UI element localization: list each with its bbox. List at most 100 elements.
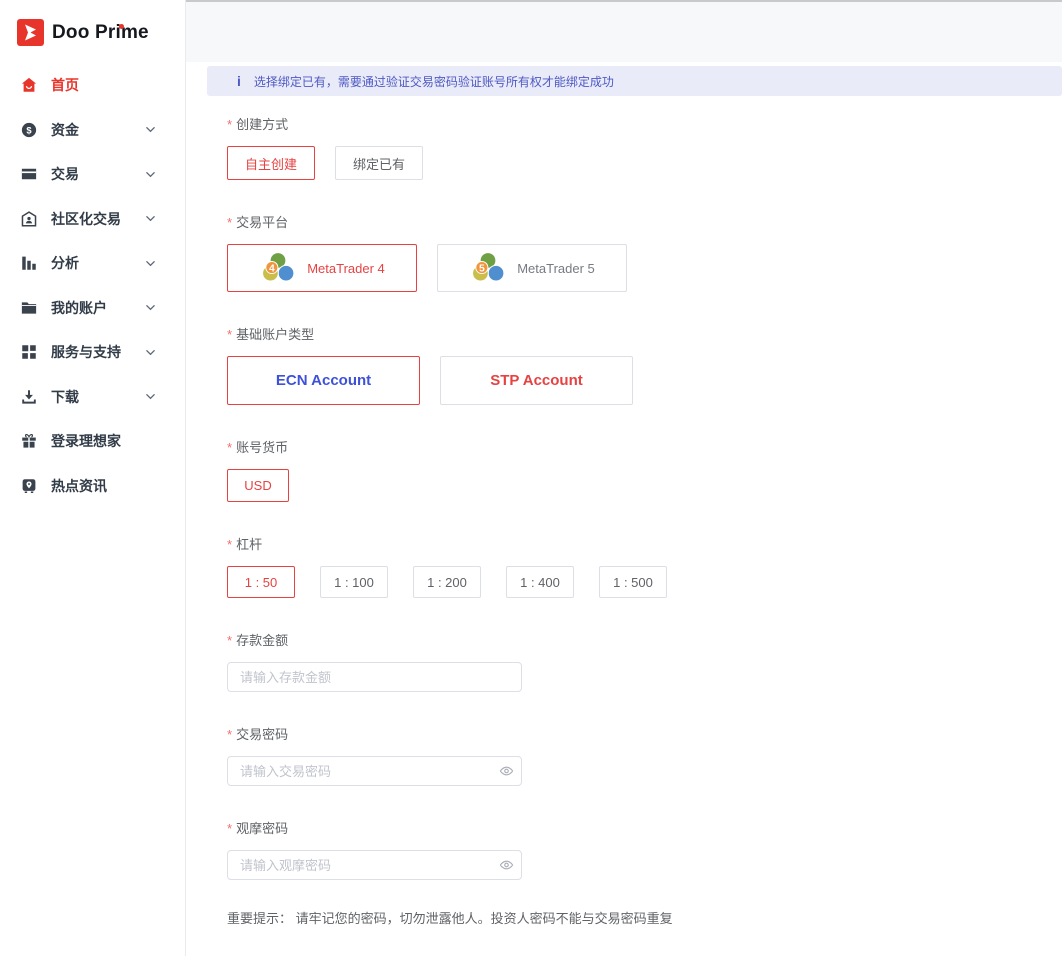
form-item-platform: *交易平台 4 MetaTrader 4 5 MetaTrader 5 bbox=[227, 216, 1062, 292]
required-asterisk: * bbox=[227, 727, 232, 742]
sidebar-item-label: 下载 bbox=[51, 387, 79, 407]
password-notice: 重要提示： 请牢记您的密码，切勿泄露他人。投资人密码不能与交易密码重复 bbox=[227, 908, 1062, 927]
investor-password-input[interactable] bbox=[227, 850, 522, 880]
info-icon: i bbox=[237, 73, 241, 89]
doo-prime-logo-icon bbox=[17, 19, 44, 46]
main-content: i 选择绑定已有，需要通过验证交易密码验证账号所有权才能绑定成功 *创建方式 自… bbox=[186, 0, 1062, 956]
info-banner: i 选择绑定已有，需要通过验证交易密码验证账号所有权才能绑定成功 bbox=[207, 66, 1062, 96]
logo-red-dot bbox=[119, 24, 124, 29]
sidebar-item-download[interactable]: 下载 bbox=[0, 375, 185, 420]
trade-icon bbox=[20, 165, 38, 183]
currency-label: *账号货币 bbox=[227, 441, 1062, 454]
sidebar-item-label: 交易 bbox=[51, 164, 79, 184]
metatrader4-logo-icon: 4 bbox=[259, 251, 297, 285]
leverage-option-1-400[interactable]: 1 : 400 bbox=[506, 566, 574, 598]
my-account-icon bbox=[20, 299, 38, 317]
sidebar-item-label: 我的账户 bbox=[51, 298, 107, 318]
sidebar-item-label: 登录理想家 bbox=[51, 431, 121, 451]
required-asterisk: * bbox=[227, 327, 232, 342]
account-type-option-ecn[interactable]: ECN Account bbox=[227, 356, 420, 405]
svg-text:5: 5 bbox=[479, 263, 485, 274]
brand-logo[interactable]: Doo Prime bbox=[0, 0, 185, 46]
leverage-option-1-200[interactable]: 1 : 200 bbox=[413, 566, 481, 598]
create-account-form: *创建方式 自主创建 绑定已有 *交易平台 4 MetaTra bbox=[207, 96, 1062, 927]
leverage-option-1-100[interactable]: 1 : 100 bbox=[320, 566, 388, 598]
sidebar-item-services-support[interactable]: 服务与支持 bbox=[0, 330, 185, 375]
required-asterisk: * bbox=[227, 821, 232, 836]
sidebar-item-intrade-login[interactable]: 登录理想家 bbox=[0, 419, 185, 464]
platform-option-metatrader4[interactable]: 4 MetaTrader 4 bbox=[227, 244, 417, 292]
chevron-down-icon bbox=[145, 124, 156, 135]
sidebar-item-home[interactable]: 首页 bbox=[0, 63, 185, 108]
chevron-down-icon bbox=[145, 169, 156, 180]
required-asterisk: * bbox=[227, 215, 232, 230]
sidebar-item-label: 热点资讯 bbox=[51, 476, 107, 496]
sidebar-item-label: 首页 bbox=[51, 75, 79, 95]
form-item-deposit-amount: *存款金额 bbox=[227, 634, 1062, 692]
chevron-down-icon bbox=[145, 258, 156, 269]
form-item-create-method: *创建方式 自主创建 绑定已有 bbox=[227, 118, 1062, 180]
svg-text:4: 4 bbox=[269, 263, 275, 274]
account-type-label: *基础账户类型 bbox=[227, 328, 1062, 341]
chevron-down-icon bbox=[145, 302, 156, 313]
sidebar-item-label: 服务与支持 bbox=[51, 342, 121, 362]
eye-icon[interactable] bbox=[499, 858, 514, 873]
sidebar-item-trade[interactable]: 交易 bbox=[0, 152, 185, 197]
leverage-option-1-500[interactable]: 1 : 500 bbox=[599, 566, 667, 598]
chevron-down-icon bbox=[145, 213, 156, 224]
required-asterisk: * bbox=[227, 117, 232, 132]
services-support-icon bbox=[20, 343, 38, 361]
sidebar-item-community-trading[interactable]: 社区化交易 bbox=[0, 197, 185, 242]
home-icon bbox=[20, 76, 38, 94]
required-asterisk: * bbox=[227, 440, 232, 455]
investor-password-label: *观摩密码 bbox=[227, 822, 1062, 835]
info-banner-text: 选择绑定已有，需要通过验证交易密码验证账号所有权才能绑定成功 bbox=[254, 73, 614, 90]
form-item-leverage: *杠杆 1 : 50 1 : 100 1 : 200 1 : 400 1 : 5… bbox=[227, 538, 1062, 598]
create-method-option-bind-existing[interactable]: 绑定已有 bbox=[335, 146, 423, 180]
community-trading-icon bbox=[20, 210, 38, 228]
currency-option-usd[interactable]: USD bbox=[227, 469, 289, 502]
create-method-option-self-create[interactable]: 自主创建 bbox=[227, 146, 315, 180]
gift-icon bbox=[20, 432, 38, 450]
form-item-currency: *账号货币 USD bbox=[227, 441, 1062, 502]
sidebar-item-label: 分析 bbox=[51, 253, 79, 273]
platform-option-label: MetaTrader 4 bbox=[307, 261, 385, 276]
analysis-icon bbox=[20, 254, 38, 272]
sidebar-item-funds[interactable]: $ 资金 bbox=[0, 108, 185, 153]
deposit-amount-input[interactable] bbox=[227, 662, 522, 692]
sidebar-item-my-account[interactable]: 我的账户 bbox=[0, 286, 185, 331]
eye-icon[interactable] bbox=[499, 764, 514, 779]
sidebar-item-label: 资金 bbox=[51, 120, 79, 140]
sidebar-item-hot-news[interactable]: 热点资讯 bbox=[0, 464, 185, 509]
download-icon bbox=[20, 388, 38, 406]
leverage-option-1-50[interactable]: 1 : 50 bbox=[227, 566, 295, 598]
svg-text:$: $ bbox=[26, 125, 32, 135]
sidebar-menu: 首页 $ 资金 交易 社区化交易 bbox=[0, 63, 185, 508]
trade-password-label: *交易密码 bbox=[227, 728, 1062, 741]
brand-name: Doo Prime bbox=[52, 22, 149, 44]
sidebar-item-label: 社区化交易 bbox=[51, 209, 121, 229]
form-item-account-type: *基础账户类型 ECN Account STP Account bbox=[227, 328, 1062, 405]
create-method-label: *创建方式 bbox=[227, 118, 1062, 131]
account-type-option-stp[interactable]: STP Account bbox=[440, 356, 633, 405]
metatrader5-logo-icon: 5 bbox=[469, 251, 507, 285]
news-icon bbox=[20, 477, 38, 495]
chevron-down-icon bbox=[145, 347, 156, 358]
main-top-strip bbox=[186, 0, 1062, 62]
trade-password-input[interactable] bbox=[227, 756, 522, 786]
platform-option-metatrader5[interactable]: 5 MetaTrader 5 bbox=[437, 244, 627, 292]
sidebar: Doo Prime 首页 $ 资金 交易 bbox=[0, 0, 186, 956]
required-asterisk: * bbox=[227, 633, 232, 648]
stp-account-label: STP Account bbox=[490, 372, 583, 389]
ecn-account-label: ECN Account bbox=[276, 372, 371, 389]
deposit-amount-label: *存款金额 bbox=[227, 634, 1062, 647]
form-item-investor-password: *观摩密码 bbox=[227, 822, 1062, 880]
platform-option-label: MetaTrader 5 bbox=[517, 261, 595, 276]
sidebar-item-analysis[interactable]: 分析 bbox=[0, 241, 185, 286]
leverage-label: *杠杆 bbox=[227, 538, 1062, 551]
funds-icon: $ bbox=[20, 121, 38, 139]
chevron-down-icon bbox=[145, 391, 156, 402]
platform-label: *交易平台 bbox=[227, 216, 1062, 229]
form-item-trade-password: *交易密码 bbox=[227, 728, 1062, 786]
required-asterisk: * bbox=[227, 537, 232, 552]
